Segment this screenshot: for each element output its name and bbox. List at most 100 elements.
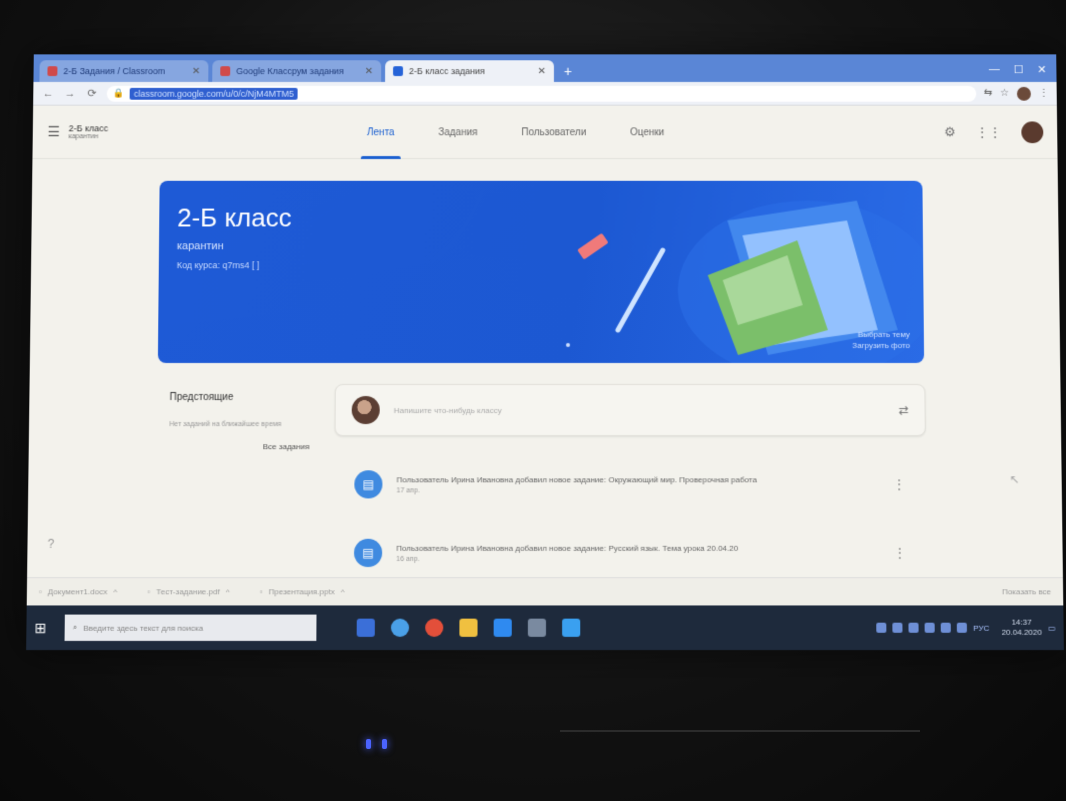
mail-icon[interactable]	[562, 618, 581, 637]
class-name-block[interactable]: 2-Б класс карантин	[69, 123, 109, 140]
repost-icon[interactable]: ⇄	[898, 403, 908, 417]
tab-label: 2-Б класс задания	[408, 66, 485, 77]
upcoming-card: Предстоящие Нет заданий на ближайшее вре…	[168, 392, 319, 523]
reload-icon[interactable]: ⟳	[85, 87, 99, 100]
file-icon: ▫	[147, 587, 151, 597]
browser-tab-3-active[interactable]: 2-Б класс задания ✕	[385, 60, 554, 82]
file-icon: ▫	[38, 587, 42, 597]
maximize-icon[interactable]: ☐	[1014, 63, 1024, 76]
assignment-icon: ▤	[354, 470, 383, 499]
forward-arrow-icon[interactable]: →	[63, 87, 77, 99]
tab-stream[interactable]: Лента	[361, 106, 401, 159]
post-more-icon[interactable]: ⋮	[892, 477, 906, 491]
banner-photo-actions[interactable]: Выбрать тему Загрузить фото	[830, 329, 910, 351]
minimize-icon[interactable]: —	[989, 63, 1000, 76]
edge-browser-icon[interactable]	[390, 618, 410, 637]
translate-icon[interactable]: ⇆	[984, 88, 992, 99]
tab-label: Google Классрум задания	[236, 66, 344, 77]
volume-icon[interactable]	[957, 622, 968, 633]
class-banner: 2-Б класс карантин Код курса: q7ms4 [ ] …	[157, 180, 925, 363]
app-bar-actions: ⚙ ⋮⋮	[944, 121, 1044, 144]
tray-app-icon[interactable]	[908, 622, 919, 633]
announcement-composer[interactable]: Напишите что-нибудь классу ⇄	[334, 384, 926, 437]
user-avatar	[351, 396, 380, 425]
back-arrow-icon[interactable]: ←	[41, 87, 55, 99]
toolbar-actions: ⇆ ☆ ⋮	[984, 86, 1049, 101]
tab-people[interactable]: Пользователи	[515, 106, 592, 159]
post-date: 17 апр.	[396, 486, 420, 494]
banner-subtitle: карантин	[176, 240, 224, 253]
browser-tab-1[interactable]: 2-Б Задания / Classroom ✕	[39, 60, 209, 82]
post-body: Пользователь Ирина Ивановна добавил ново…	[396, 475, 878, 494]
browser-toolbar: ← → ⟳ 🔒 classroom.google.com/u/0/c/NjM4M…	[33, 81, 1057, 106]
windows-taskbar: ⊞ ⌕ Введите здесь текст для поиска РУС 1…	[26, 605, 1064, 651]
close-window-icon[interactable]: ✕	[1037, 63, 1046, 76]
chevron-up-icon[interactable]: ^	[341, 587, 345, 596]
kebab-menu-icon[interactable]: ⋮	[1039, 88, 1049, 99]
class-code[interactable]: Код курса: q7ms4 [ ]	[177, 260, 260, 270]
new-tab-button[interactable]: +	[558, 63, 578, 82]
show-all-downloads-button[interactable]: Показать все	[1002, 587, 1051, 596]
assignment-icon: ▤	[353, 538, 383, 568]
download-item[interactable]: ▫ Презентация.pptx ^	[260, 587, 345, 596]
tab-close-icon[interactable]: ✕	[365, 66, 373, 77]
clock-date: 20.04.2020	[1001, 627, 1042, 637]
hamburger-menu-icon[interactable]: ☰	[39, 123, 69, 140]
tab-favicon-icon	[220, 66, 231, 77]
file-explorer-icon[interactable]	[459, 618, 478, 637]
tab-classwork[interactable]: Задания	[432, 106, 483, 159]
bezel-reflection	[560, 730, 920, 732]
taskbar-search-placeholder: Введите здесь текст для поиска	[83, 623, 204, 633]
chevron-up-icon[interactable]: ^	[226, 587, 230, 596]
clock-time: 14:37	[1011, 617, 1032, 627]
store-icon[interactable]	[493, 618, 512, 637]
taskbar-clock[interactable]: 14:37 20.04.2020	[1001, 618, 1042, 638]
search-icon: ⌕	[72, 622, 78, 632]
download-filename: Презентация.pptx	[268, 587, 335, 597]
photo-frame: 2-Б Задания / Classroom ✕ Google Классру…	[0, 0, 1066, 801]
tab-favicon-icon	[47, 66, 58, 77]
composer-placeholder: Напишите что-нибудь классу	[393, 405, 502, 415]
tab-grades[interactable]: Оценки	[624, 106, 670, 159]
upcoming-text: Нет заданий на ближайшее время	[169, 421, 282, 429]
taskbar-apps	[356, 618, 581, 637]
address-bar[interactable]: 🔒 classroom.google.com/u/0/c/NjM4MTM5	[106, 85, 976, 102]
taskbar-search-box[interactable]: ⌕ Введите здесь текст для поиска	[64, 614, 317, 641]
tab-close-icon[interactable]: ✕	[192, 66, 200, 77]
app-icon[interactable]	[527, 618, 547, 637]
settings-gear-icon[interactable]: ⚙	[944, 124, 956, 140]
chevron-up-icon[interactable]: ^	[113, 587, 117, 596]
post-body: Пользователь Ирина Ивановна добавил ново…	[396, 543, 879, 562]
notifications-icon[interactable]: ▭	[1048, 623, 1056, 632]
task-view-icon[interactable]	[356, 618, 375, 637]
download-item[interactable]: ▫ Документ1.docx ^	[39, 587, 117, 596]
monitor-screen: 2-Б Задания / Classroom ✕ Google Классру…	[26, 54, 1064, 651]
windows-start-icon[interactable]: ⊞	[34, 619, 54, 636]
post-more-icon[interactable]: ⋮	[893, 546, 907, 560]
apps-grid-icon[interactable]: ⋮⋮	[976, 124, 1002, 140]
network-icon[interactable]	[941, 622, 952, 633]
url-text: classroom.google.com/u/0/c/NjM4MTM5	[129, 87, 298, 100]
stream-post[interactable]: ▤ Пользователь Ирина Ивановна добавил но…	[334, 456, 926, 512]
language-indicator[interactable]: РУС	[973, 623, 989, 632]
download-item[interactable]: ▫ Тест-задание.pdf ^	[147, 587, 229, 596]
tab-label: 2-Б Задания / Classroom	[63, 66, 166, 77]
system-tray: РУС 14:37 20.04.2020 ▭	[876, 618, 1056, 638]
status-led-icon	[366, 739, 371, 749]
account-avatar[interactable]	[1021, 121, 1044, 144]
browser-tab-2[interactable]: Google Классрум задания ✕	[212, 60, 382, 82]
downloads-bar: ▫ Документ1.docx ^ ▫ Тест-задание.pdf ^ …	[26, 577, 1064, 606]
tray-app-icon[interactable]	[892, 622, 903, 633]
profile-avatar[interactable]	[1016, 86, 1031, 101]
download-filename: Документ1.docx	[47, 587, 108, 597]
tray-app-icon[interactable]	[876, 622, 887, 633]
view-all-link[interactable]: Все задания	[169, 442, 319, 451]
star-icon[interactable]: ☆	[1000, 88, 1009, 99]
window-controls: — ☐ ✕	[979, 63, 1057, 82]
tray-app-icon[interactable]	[924, 622, 936, 633]
upcoming-title: Предстоящие	[169, 392, 234, 404]
tab-close-icon[interactable]: ✕	[538, 66, 546, 77]
help-icon[interactable]: ?	[48, 537, 55, 551]
chrome-browser-icon[interactable]	[425, 618, 444, 637]
stream-post[interactable]: ▤ Пользователь Ирина Ивановна добавил но…	[334, 525, 927, 582]
